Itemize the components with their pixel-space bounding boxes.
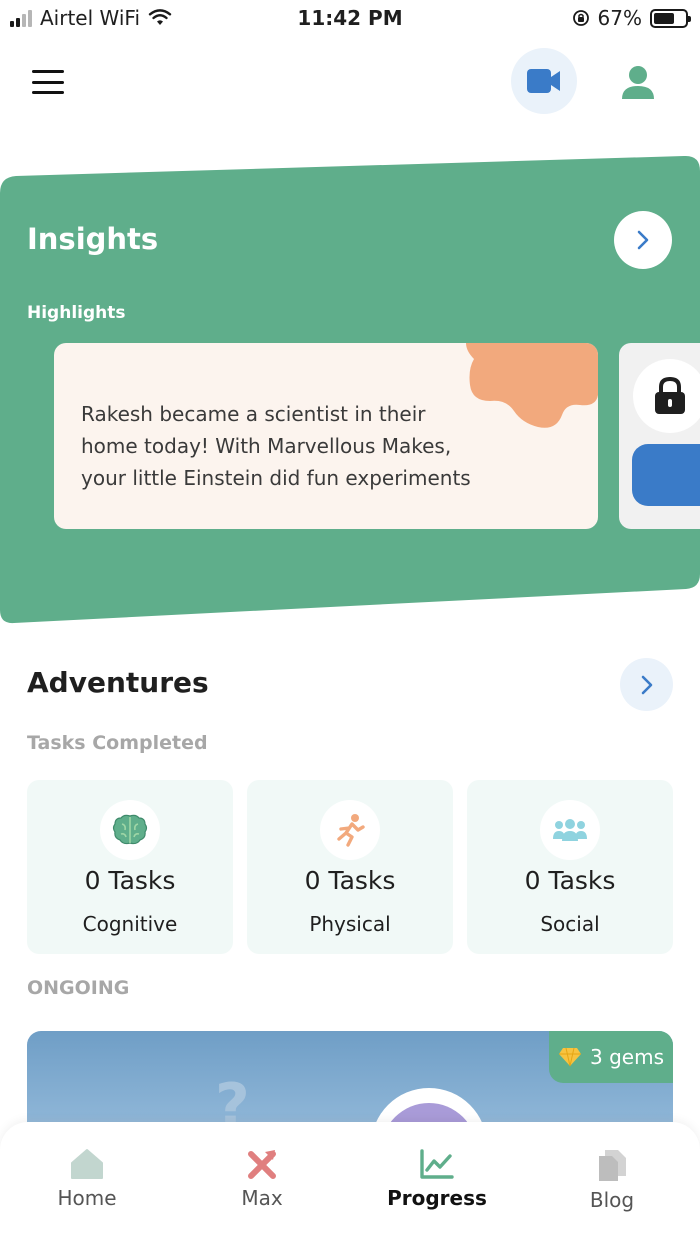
chart-icon: [420, 1149, 454, 1179]
nav-blog[interactable]: Blog: [552, 1148, 672, 1212]
orientation-lock-icon: [572, 10, 589, 26]
home-icon: [71, 1149, 103, 1179]
nav-label: Blog: [589, 1188, 635, 1212]
nav-label: Progress: [387, 1186, 487, 1210]
nav-label: Home: [57, 1186, 117, 1210]
hamburger-menu-icon[interactable]: [32, 70, 64, 94]
battery-icon: [650, 8, 691, 28]
gems-badge: 3 gems: [549, 1031, 673, 1083]
task-count: 0 Tasks: [304, 866, 396, 895]
task-category: Social: [540, 912, 600, 936]
social-icon-badge: [540, 800, 600, 860]
ongoing-label: ONGOING: [27, 977, 130, 999]
task-card-physical[interactable]: 0 Tasks Physical: [247, 780, 453, 954]
video-camera-icon: [527, 69, 560, 93]
highlight-card[interactable]: Rakesh became a scientist in their home …: [54, 343, 598, 529]
chevron-right-icon: [637, 230, 649, 250]
task-card-social[interactable]: 0 Tasks Social: [467, 780, 673, 954]
battery-fill: [654, 12, 675, 24]
locked-action-button: [632, 444, 700, 506]
nav-home[interactable]: Home: [27, 1148, 147, 1210]
lock-badge: [633, 359, 700, 433]
max-icon: [248, 1150, 276, 1179]
nav-progress[interactable]: Progress: [377, 1148, 497, 1210]
task-category: Cognitive: [82, 912, 178, 936]
highlights-label: Highlights: [27, 303, 126, 323]
chevron-right-icon: [641, 675, 652, 694]
document-icon: [599, 1150, 626, 1181]
decorative-blob: [466, 343, 598, 428]
nav-label: Max: [241, 1186, 283, 1210]
physical-icon-badge: [320, 800, 380, 860]
user-icon: [622, 66, 654, 99]
task-count: 0 Tasks: [84, 866, 176, 895]
adventures-title: Adventures: [27, 666, 209, 699]
profile-button[interactable]: [610, 55, 666, 111]
nav-max[interactable]: Max: [202, 1148, 322, 1210]
lock-icon: [655, 376, 685, 414]
running-person-icon: [337, 814, 365, 847]
task-card-cognitive[interactable]: 0 Tasks Cognitive: [27, 780, 233, 954]
highlight-text: Rakesh became a scientist in their home …: [81, 402, 471, 490]
video-call-button[interactable]: [511, 48, 577, 114]
adventures-next-button[interactable]: [620, 658, 673, 711]
battery-percent: 67%: [597, 6, 642, 30]
task-category: Physical: [309, 912, 391, 936]
gem-icon: [559, 1047, 581, 1067]
status-bar: Airtel WiFi 11:42 PM 67%: [0, 0, 700, 36]
insights-next-button[interactable]: [614, 211, 672, 269]
brain-icon: [112, 814, 148, 845]
gems-count: 3 gems: [590, 1045, 664, 1069]
cognitive-icon-badge: [100, 800, 160, 860]
tasks-completed-label: Tasks Completed: [27, 732, 208, 754]
group-icon: [553, 819, 587, 841]
battery-group: 67%: [572, 6, 691, 30]
locked-highlight-card[interactable]: [619, 343, 700, 529]
insights-title: Insights: [27, 222, 159, 256]
task-count: 0 Tasks: [524, 866, 616, 895]
bottom-navigation: Home Max Progress Blog: [0, 1122, 700, 1244]
